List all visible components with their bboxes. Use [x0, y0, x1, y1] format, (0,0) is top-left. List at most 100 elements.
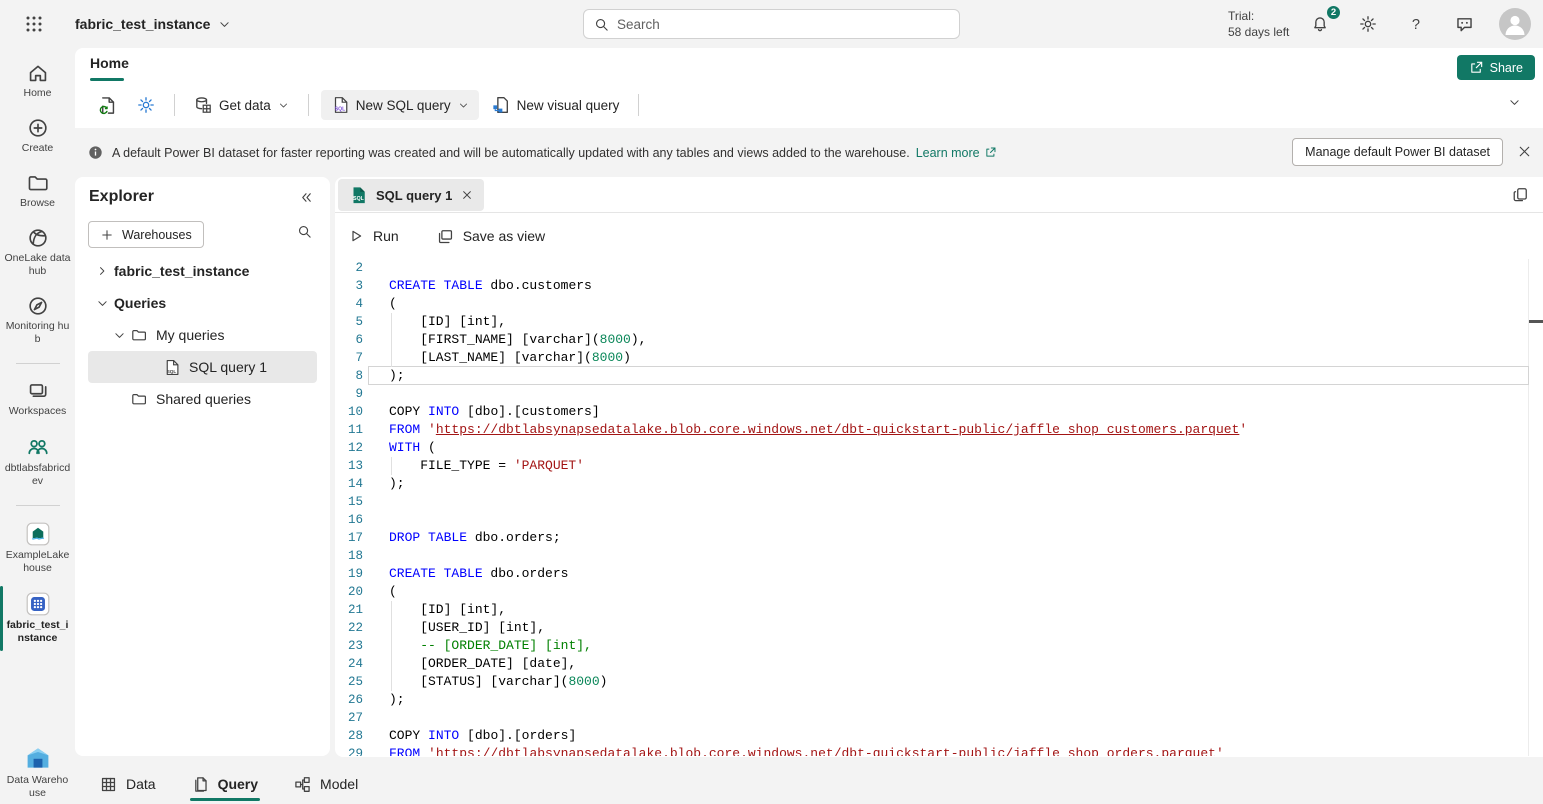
- workspace-switcher[interactable]: fabric_test_instance: [75, 12, 231, 36]
- nav-rail-item-workspaces[interactable]: Workspaces: [0, 380, 75, 418]
- nav-rail-item-examplelakehouse[interactable]: ExampleLakehouse: [0, 522, 75, 575]
- code-line-12[interactable]: 12WITH (: [335, 439, 1543, 457]
- bottom-tab-query[interactable]: Query: [192, 764, 258, 804]
- ribbon-tab-home[interactable]: Home: [90, 55, 129, 71]
- global-search[interactable]: [583, 9, 960, 39]
- code-line-23[interactable]: 23 -- [ORDER_DATE] [int],: [335, 637, 1543, 655]
- feedback-button[interactable]: [1450, 10, 1478, 38]
- code-line-15[interactable]: 15: [335, 493, 1543, 511]
- banner-close-icon[interactable]: [1517, 144, 1532, 159]
- line-number: 5: [335, 313, 363, 331]
- code-line-18[interactable]: 18: [335, 547, 1543, 565]
- nav-rail-item-monitoring-hub[interactable]: Monitoring hub: [0, 295, 75, 346]
- nav-rail-item-fabric-test-instance[interactable]: fabric_test_instance: [0, 592, 75, 645]
- line-number: 18: [335, 547, 363, 565]
- tree-item-queries[interactable]: Queries: [88, 287, 317, 319]
- collapse-panel-icon[interactable]: [299, 190, 314, 205]
- code-text: (: [389, 295, 397, 313]
- svg-text:SQL: SQL: [334, 107, 345, 113]
- rail-item-label: Browse: [5, 197, 71, 210]
- code-line-14[interactable]: 14);: [335, 475, 1543, 493]
- get-data-button[interactable]: Get data: [187, 90, 296, 120]
- code-line-22[interactable]: 22 [USER_ID] [int],: [335, 619, 1543, 637]
- bottom-tab-model[interactable]: Model: [294, 764, 358, 804]
- nav-rail-item-dbtlabsfabricdev[interactable]: dbtlabsfabricdev: [0, 435, 75, 488]
- help-button[interactable]: ?: [1402, 10, 1430, 38]
- query-tab[interactable]: SQL SQL query 1: [338, 179, 484, 211]
- line-number: 16: [335, 511, 363, 529]
- code-line-6[interactable]: 6 [FIRST_NAME] [varchar](8000),: [335, 331, 1543, 349]
- chevron-right-icon[interactable]: [94, 265, 110, 277]
- code-line-19[interactable]: 19CREATE TABLE dbo.orders: [335, 565, 1543, 583]
- bottom-tab-data[interactable]: Data: [100, 764, 156, 804]
- code-line-29[interactable]: 29FROM 'https://dbtlabsynapsedatalake.bl…: [335, 745, 1543, 756]
- nav-rail-item-create[interactable]: Create: [0, 117, 75, 155]
- trial-status: Trial: 58 days left: [1228, 8, 1289, 40]
- new-sql-query-button[interactable]: SQL New SQL query: [321, 90, 479, 120]
- monitoring-icon: [27, 295, 49, 317]
- chevron-down-icon[interactable]: [111, 329, 127, 342]
- code-line-10[interactable]: 10COPY INTO [dbo].[customers]: [335, 403, 1543, 421]
- close-tab-icon[interactable]: [461, 189, 473, 201]
- tree-item-sql-query-1[interactable]: SQLSQL query 1: [88, 351, 317, 383]
- code-line-27[interactable]: 27: [335, 709, 1543, 727]
- tree-item-label: SQL query 1: [189, 359, 267, 375]
- learn-more-link[interactable]: Learn more: [916, 146, 997, 160]
- code-line-5[interactable]: 5 [ID] [int],: [335, 313, 1543, 331]
- code-line-3[interactable]: 3CREATE TABLE dbo.customers: [335, 277, 1543, 295]
- editor-tab-bar: SQL SQL query 1: [335, 177, 1543, 213]
- search-input[interactable]: [617, 17, 949, 32]
- tree-item-shared-queries[interactable]: Shared queries: [88, 383, 317, 415]
- manage-dataset-button[interactable]: Manage default Power BI dataset: [1292, 138, 1503, 166]
- settings-button[interactable]: [1354, 10, 1382, 38]
- share-button[interactable]: Share: [1457, 55, 1535, 80]
- tree-item-my-queries[interactable]: My queries: [88, 319, 317, 351]
- code-line-28[interactable]: 28COPY INTO [dbo].[orders]: [335, 727, 1543, 745]
- copy-icon[interactable]: [1512, 186, 1529, 203]
- new-visual-query-button[interactable]: New visual query: [485, 90, 627, 120]
- app-launcher-icon[interactable]: [22, 12, 46, 36]
- notifications-button[interactable]: 2: [1306, 10, 1334, 38]
- code-line-21[interactable]: 21 [ID] [int],: [335, 601, 1543, 619]
- code-line-17[interactable]: 17DROP TABLE dbo.orders;: [335, 529, 1543, 547]
- code-line-9[interactable]: 9: [335, 385, 1543, 403]
- save-as-view-button[interactable]: Save as view: [437, 228, 545, 245]
- code-line-2[interactable]: 2: [335, 259, 1543, 277]
- nav-rail-item-home[interactable]: Home: [0, 62, 75, 100]
- rail-item-label: Monitoring hub: [5, 320, 71, 346]
- nav-rail-item-data-warehouse[interactable]: Data Warehouse: [0, 745, 75, 800]
- code-line-16[interactable]: 16: [335, 511, 1543, 529]
- explorer-title: Explorer: [89, 188, 154, 206]
- ribbon-collapse-chevron[interactable]: [1508, 96, 1521, 109]
- feedback-icon: [1455, 15, 1474, 34]
- chevron-down-icon[interactable]: [94, 297, 110, 310]
- run-button[interactable]: Run: [348, 228, 399, 244]
- account-avatar[interactable]: [1499, 8, 1531, 40]
- code-line-13[interactable]: 13 FILE_TYPE = 'PARQUET': [335, 457, 1543, 475]
- code-line-11[interactable]: 11FROM 'https://dbtlabsynapsedatalake.bl…: [335, 421, 1543, 439]
- code-line-25[interactable]: 25 [STATUS] [varchar](8000): [335, 673, 1543, 691]
- code-text: WITH (: [389, 439, 436, 457]
- chevron-down-icon: [278, 100, 289, 111]
- code-text: COPY INTO [dbo].[orders]: [389, 727, 576, 745]
- griddata-icon: [100, 776, 117, 793]
- code-line-20[interactable]: 20(: [335, 583, 1543, 601]
- warehouse-settings-button[interactable]: [130, 90, 162, 120]
- svg-text:SQL: SQL: [353, 196, 364, 202]
- explorer-search-icon[interactable]: [297, 224, 312, 239]
- refresh-settings-button[interactable]: [91, 90, 124, 120]
- code-line-7[interactable]: 7 [LAST_NAME] [varchar](8000): [335, 349, 1543, 367]
- code-line-8[interactable]: 8);: [335, 367, 1543, 385]
- tree-item-fabric-test-instance[interactable]: fabric_test_instance: [88, 255, 317, 287]
- person-icon: [1499, 8, 1531, 40]
- code-line-4[interactable]: 4(: [335, 295, 1543, 313]
- document-refresh-icon: [98, 96, 117, 115]
- rail-item-label: dbtlabsfabricdev: [5, 462, 71, 488]
- active-tab-underline: [190, 798, 260, 801]
- add-warehouses-button[interactable]: Warehouses: [88, 221, 204, 248]
- code-line-24[interactable]: 24 [ORDER_DATE] [date],: [335, 655, 1543, 673]
- code-line-26[interactable]: 26);: [335, 691, 1543, 709]
- nav-rail-item-onelake-data-hub[interactable]: OneLake data hub: [0, 227, 75, 278]
- code-editor[interactable]: 23CREATE TABLE dbo.customers4(5 [ID] [in…: [335, 259, 1543, 756]
- nav-rail-item-browse[interactable]: Browse: [0, 172, 75, 210]
